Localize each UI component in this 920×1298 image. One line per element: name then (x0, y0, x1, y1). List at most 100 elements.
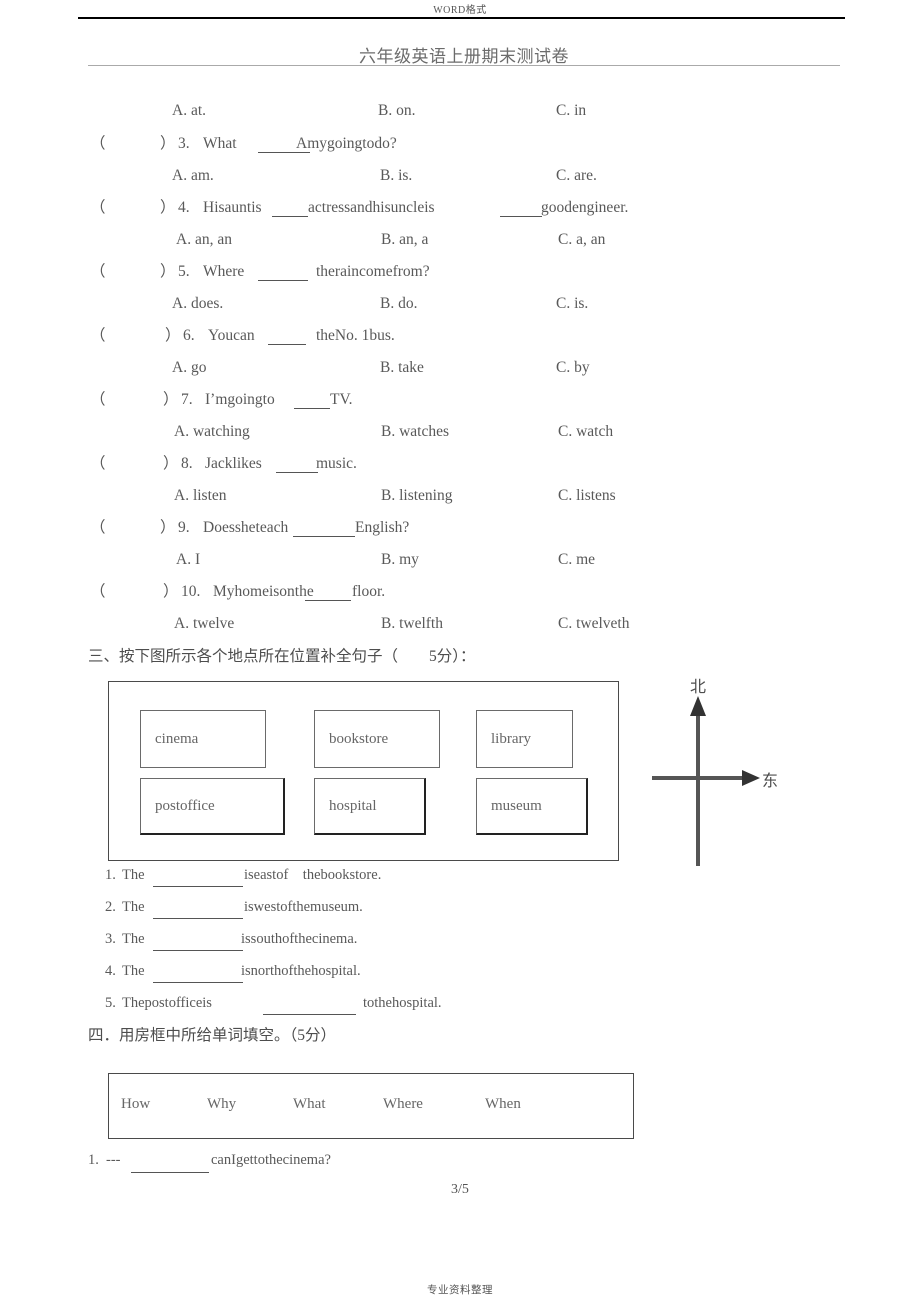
question-stem-tail: Amygoingtodo? (296, 135, 397, 152)
question-stem-tail: English? (355, 519, 410, 536)
answer-blank[interactable] (258, 152, 310, 153)
question-stem-tail: TV. (330, 391, 353, 408)
option-c: C. are. (556, 167, 597, 184)
answer-blank[interactable] (258, 280, 308, 281)
option-a: A. twelve (174, 615, 235, 632)
word-bank-item-what[interactable]: What (293, 1096, 325, 1113)
option-c: C. twelveth (558, 615, 630, 632)
answer-paren-open[interactable]: （ (90, 136, 106, 152)
fill-sentence-blank[interactable] (153, 950, 243, 951)
answer-paren-open[interactable]: （ (90, 520, 106, 536)
exam-page: WORD格式 六年级英语上册期末测试卷 A. at. B. on. C. in … (0, 0, 920, 1298)
answer-blank[interactable] (272, 216, 308, 217)
fill-item-text: canIgettothecinema? (211, 1152, 331, 1168)
answer-paren-open[interactable]: （ (90, 200, 106, 216)
map-place-label: cinema (155, 730, 199, 747)
section-three-heading: 三、按下图所示各个地点所在位置补全句子（ 5分）： (88, 648, 476, 665)
answer-paren-close: ） (160, 199, 176, 216)
option-b: B. take (380, 359, 424, 376)
answer-blank[interactable] (305, 600, 351, 601)
fill-sentence-suffix: issouthofthecinema. (241, 931, 358, 947)
question-number: 7. (181, 391, 193, 408)
question-number: 3. (178, 135, 190, 152)
question-stem-tail: theNo. 1bus. (316, 327, 395, 344)
map-place-label: hospital (329, 797, 377, 814)
word-bank-item-where[interactable]: Where (383, 1096, 423, 1113)
option-c: C. listens (558, 487, 616, 504)
answer-paren-close: ） (160, 519, 176, 536)
map-place-label: museum (491, 797, 542, 814)
option-a: A. does. (172, 295, 224, 312)
compass-diagram (640, 670, 840, 870)
page-watermark: WORD格式 (433, 5, 487, 16)
option-c: C. a, an (558, 231, 606, 248)
option-b: B. an, a (381, 231, 429, 248)
option-a: A. at. (172, 102, 207, 119)
option-a: A. an, an (176, 231, 232, 248)
map-place-hospital: hospital (314, 778, 426, 835)
word-bank-item-why[interactable]: Why (207, 1096, 236, 1113)
question-stem: Jacklikes (205, 455, 262, 472)
answer-paren-open[interactable]: （ (90, 264, 106, 280)
question-number: 5. (178, 263, 190, 280)
fill-sentence-blank[interactable] (263, 1014, 356, 1015)
question-stem: What (203, 135, 237, 152)
answer-blank[interactable] (293, 536, 355, 537)
fill-sentence-blank[interactable] (153, 886, 243, 887)
answer-blank[interactable] (268, 344, 306, 345)
option-a: A. listen (174, 487, 227, 504)
fill-item-dash: --- (106, 1152, 121, 1168)
question-stem-tail: floor. (352, 583, 386, 600)
answer-paren-open[interactable]: （ (90, 392, 106, 408)
option-b: B. is. (380, 167, 413, 184)
fill-item-blank[interactable] (131, 1172, 209, 1173)
option-c: C. me (558, 551, 596, 568)
map-diagram: cinema bookstore library postoffice hosp… (108, 681, 619, 861)
compass-icon (652, 696, 760, 866)
map-place-museum: museum (476, 778, 588, 835)
question-number: 10. (181, 583, 201, 600)
option-b: B. twelfth (381, 615, 443, 632)
word-bank-item-when[interactable]: When (485, 1096, 521, 1113)
question-stem: Where (203, 263, 245, 280)
answer-paren-open[interactable]: （ (90, 584, 106, 600)
word-bank-item-how[interactable]: How (121, 1096, 150, 1113)
option-c: C. is. (556, 295, 589, 312)
answer-blank[interactable] (294, 408, 330, 409)
option-a: A. am. (172, 167, 214, 184)
page-title: 六年级英语上册期末测试卷 (359, 47, 569, 66)
answer-paren-close: ） (160, 263, 176, 280)
question-stem: I’mgoingto (205, 391, 275, 408)
question-stem-tail: goodengineer. (541, 199, 629, 216)
fill-sentence-blank[interactable] (153, 982, 243, 983)
option-c: C. by (556, 359, 590, 376)
fill-sentence-prefix: Thepostofficeis (122, 995, 212, 1011)
fill-sentence-suffix: tothehospital. (363, 995, 442, 1011)
fill-sentence-blank[interactable] (153, 918, 243, 919)
word-bank-box: How Why What Where When (108, 1073, 634, 1139)
map-place-label: postoffice (155, 797, 215, 814)
option-b: B. my (381, 551, 419, 568)
map-place-bookstore: bookstore (314, 710, 440, 768)
map-place-postoffice: postoffice (140, 778, 285, 835)
answer-paren-open[interactable]: （ (90, 328, 106, 344)
option-a: A. I (176, 551, 201, 568)
option-b: B. do. (380, 295, 418, 312)
page-number: 3/5 (451, 1182, 469, 1197)
question-stem: Youcan (208, 327, 255, 344)
answer-blank[interactable] (276, 472, 318, 473)
map-place-label: bookstore (329, 730, 389, 747)
question-number: 6. (183, 327, 195, 344)
fill-sentence-number: 4. (105, 963, 116, 979)
option-a: A. watching (174, 423, 250, 440)
question-number: 9. (178, 519, 190, 536)
section-four-heading: 四．用房框中所给单词填空。（5分） (88, 1027, 337, 1044)
question-stem: Hisauntis (203, 199, 262, 216)
answer-paren-close: ） (160, 135, 176, 152)
fill-sentence-number: 5. (105, 995, 116, 1011)
answer-paren-close: ） (163, 455, 179, 472)
option-c: C. in (556, 102, 587, 119)
answer-paren-open[interactable]: （ (90, 456, 106, 472)
answer-blank[interactable] (500, 216, 542, 217)
question-stem-mid: actressandhisuncleis (308, 199, 435, 216)
